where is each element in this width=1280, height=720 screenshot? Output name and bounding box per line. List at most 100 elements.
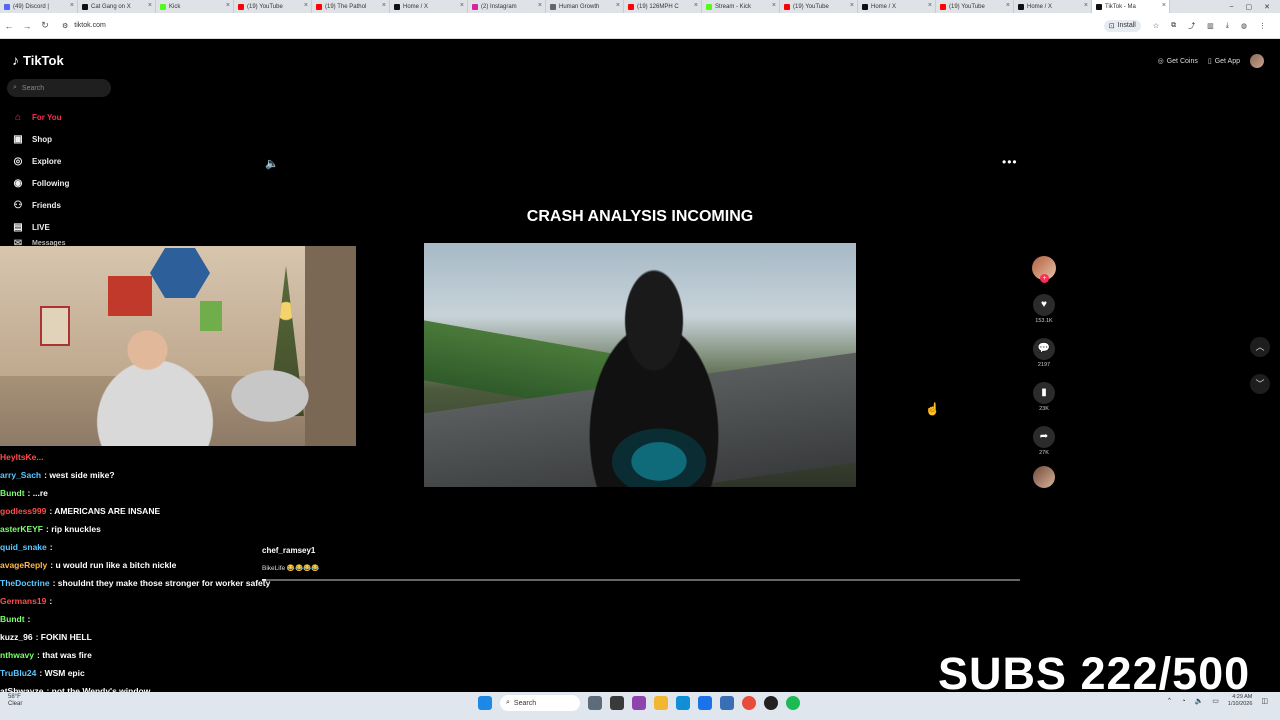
tab-close-icon[interactable]: × xyxy=(694,2,698,9)
chat-username[interactable]: avageReply xyxy=(0,560,47,570)
split-view-icon[interactable]: ▥ xyxy=(1207,22,1214,30)
tiktok-logo[interactable]: ♪ TikTok xyxy=(12,52,64,68)
get-coins-button[interactable]: ◎ Get Coins xyxy=(1158,57,1198,66)
clock[interactable]: 4:29 AM 1/10/2026 xyxy=(1228,694,1252,708)
downloads-icon[interactable]: ⤓ xyxy=(1226,22,1229,30)
chat-username[interactable]: godless999 xyxy=(0,506,46,516)
video-player[interactable] xyxy=(424,243,856,487)
profile-icon[interactable]: ◍ xyxy=(1241,22,1247,30)
browser-tab[interactable]: (19) The Pathol × xyxy=(312,0,390,13)
task-view-icon[interactable] xyxy=(610,696,624,710)
install-button[interactable]: ⊡ Install xyxy=(1103,19,1141,32)
extensions-icon[interactable]: ⧉ xyxy=(1171,22,1176,30)
browser-tab[interactable]: Kick × xyxy=(156,0,234,13)
chat-username[interactable]: TruBlu24 xyxy=(0,668,36,678)
store-icon[interactable] xyxy=(698,696,712,710)
obs-icon[interactable] xyxy=(764,696,778,710)
chat-username[interactable]: Bundt xyxy=(0,614,25,624)
chat-username[interactable]: Bundt xyxy=(0,488,25,498)
browser-tab[interactable]: Home / X × xyxy=(390,0,468,13)
tab-close-icon[interactable]: × xyxy=(304,2,308,9)
chat-username[interactable]: asterKEYF xyxy=(0,524,43,534)
next-video-button[interactable]: ﹀ xyxy=(1250,374,1270,394)
tab-close-icon[interactable]: × xyxy=(1006,2,1010,9)
menu-icon[interactable]: ⋮ xyxy=(1259,22,1266,30)
browser-tab[interactable]: (19) YouTube × xyxy=(936,0,1014,13)
notification-icon[interactable]: ◫ xyxy=(1261,697,1268,705)
battery-icon[interactable]: ▭ xyxy=(1212,697,1219,705)
close-window-icon[interactable]: ✕ xyxy=(1264,3,1270,11)
chat-username[interactable]: arry_Sach xyxy=(0,470,41,480)
creator-avatar[interactable]: + xyxy=(1032,256,1056,283)
site-info-icon[interactable]: ⚙ xyxy=(62,22,68,30)
tab-close-icon[interactable]: × xyxy=(1162,2,1166,9)
start-icon[interactable] xyxy=(478,696,492,710)
tray-chevron-icon[interactable]: ⌃ xyxy=(1166,697,1172,705)
wifi-icon[interactable]: ◔ xyxy=(1181,698,1185,705)
widgets-icon[interactable] xyxy=(588,696,602,710)
tab-close-icon[interactable]: × xyxy=(928,2,932,9)
chat-username[interactable]: HeyItsKe... xyxy=(0,452,43,462)
tab-close-icon[interactable]: × xyxy=(148,2,152,9)
get-app-button[interactable]: ▯ Get App xyxy=(1208,57,1240,66)
chat-username[interactable]: kuzz_96 xyxy=(0,632,33,642)
tab-close-icon[interactable]: × xyxy=(616,2,620,9)
browser-tab[interactable]: (2) Instagram × xyxy=(468,0,546,13)
chat-username[interactable]: TheDoctrine xyxy=(0,578,50,588)
browser-tab[interactable]: Cat Gang on X × xyxy=(78,0,156,13)
chat-username[interactable]: Germans19 xyxy=(0,596,46,606)
previous-video-button[interactable]: ︿ xyxy=(1250,337,1270,357)
browser-tab[interactable]: (19) YouTube × xyxy=(780,0,858,13)
sidebar-item-live[interactable]: ▤ LIVE xyxy=(12,216,132,238)
tab-close-icon[interactable]: × xyxy=(70,2,74,9)
tab-close-icon[interactable]: × xyxy=(460,2,464,9)
mail-icon[interactable] xyxy=(720,696,734,710)
browser-tab[interactable]: (19) 126MPH C × xyxy=(624,0,702,13)
follow-plus-icon[interactable]: + xyxy=(1040,274,1049,283)
search-input[interactable]: ⌕ Search xyxy=(7,79,111,97)
browser-tab[interactable]: Human Growth × xyxy=(546,0,624,13)
tab-close-icon[interactable]: × xyxy=(538,2,542,9)
browser-tab[interactable]: (49) Discord | × xyxy=(0,0,78,13)
user-avatar[interactable] xyxy=(1250,54,1264,68)
edge-icon[interactable] xyxy=(676,696,690,710)
sidebar-item-friends[interactable]: ⚇ Friends xyxy=(12,194,132,216)
more-options-icon[interactable]: ••• xyxy=(1002,155,1018,169)
tab-close-icon[interactable]: × xyxy=(382,2,386,9)
browser-tab[interactable]: Stream - Kick × xyxy=(702,0,780,13)
browser-tab[interactable]: Home / X × xyxy=(1014,0,1092,13)
sidebar-item-shop[interactable]: ▣ Shop xyxy=(12,128,132,150)
copilot-icon[interactable] xyxy=(632,696,646,710)
chat-username[interactable]: nthwavy xyxy=(0,650,34,660)
share-icon[interactable]: ⤴ xyxy=(1188,21,1195,31)
weather-widget[interactable]: 58°F Clear xyxy=(8,694,22,708)
spotify-icon[interactable] xyxy=(786,696,800,710)
save-button[interactable]: ▮ xyxy=(1033,382,1055,404)
url-field[interactable]: ⚙ tiktok.com xyxy=(62,22,106,30)
bookmark-star-icon[interactable]: ☆ xyxy=(1153,22,1159,30)
share-button[interactable]: ➦ xyxy=(1033,426,1055,448)
browser-tab[interactable]: TikTok - Ma × xyxy=(1092,0,1170,13)
comment-button[interactable]: 💬 xyxy=(1033,338,1055,360)
chrome-icon[interactable] xyxy=(742,696,756,710)
tab-close-icon[interactable]: × xyxy=(772,2,776,9)
file-explorer-icon[interactable] xyxy=(654,696,668,710)
like-button[interactable]: ♥ xyxy=(1033,294,1055,316)
video-progress-bar[interactable] xyxy=(262,579,1020,581)
minimize-icon[interactable]: – xyxy=(1230,3,1234,11)
sidebar-item-following[interactable]: ◉ Following xyxy=(12,172,132,194)
browser-tab[interactable]: Home / X × xyxy=(858,0,936,13)
tab-close-icon[interactable]: × xyxy=(226,2,230,9)
tab-close-icon[interactable]: × xyxy=(850,2,854,9)
back-icon[interactable]: ← xyxy=(0,21,18,31)
maximize-icon[interactable]: ▢ xyxy=(1246,3,1253,11)
sound-disc-avatar[interactable] xyxy=(1033,466,1055,488)
browser-tab[interactable]: (19) YouTube × xyxy=(234,0,312,13)
sidebar-item-for-you[interactable]: ⌂ For You xyxy=(12,106,132,128)
sidebar-item-explore[interactable]: ◎ Explore xyxy=(12,150,132,172)
reload-icon[interactable]: ↻ xyxy=(36,20,54,31)
speaker-icon[interactable]: 🔈 xyxy=(1195,697,1204,705)
taskbar-search[interactable]: ⌕ Search xyxy=(500,695,580,711)
tab-close-icon[interactable]: × xyxy=(1084,2,1088,9)
volume-icon[interactable]: 🔈 xyxy=(265,157,279,170)
